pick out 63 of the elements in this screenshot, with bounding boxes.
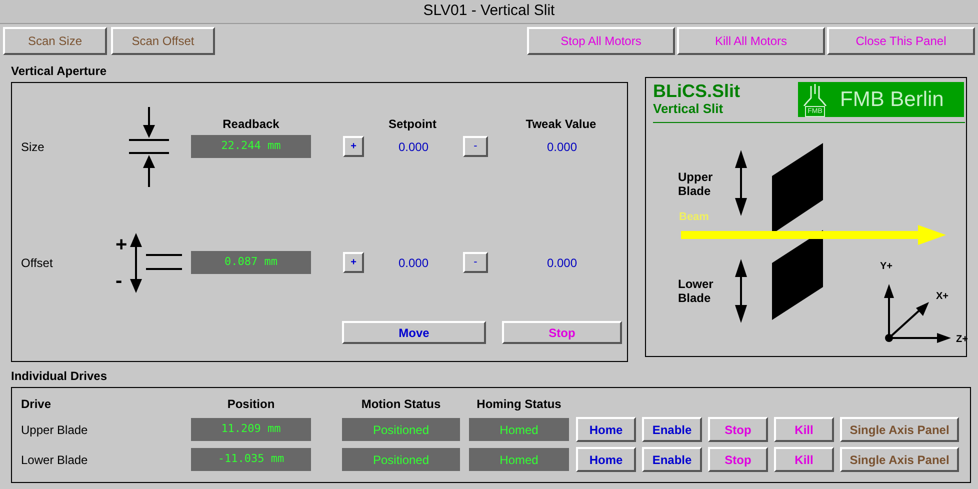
tweak-value: 0.000 bbox=[546, 254, 578, 272]
move-button[interactable]: Move bbox=[342, 321, 486, 344]
drive-button[interactable]: Home bbox=[576, 417, 636, 442]
window-title: SLV01 - Vertical Slit bbox=[0, 0, 978, 24]
upper-arrow-icon bbox=[735, 150, 747, 216]
motion-status: Positioned bbox=[342, 448, 460, 471]
toolbar-button[interactable]: Kill All Motors bbox=[677, 27, 825, 55]
row-label: Offset bbox=[21, 254, 54, 272]
column-header: Motion Status bbox=[360, 396, 442, 413]
toolbar-button[interactable]: Scan Offset bbox=[111, 27, 215, 55]
column-header: Tweak Value bbox=[524, 116, 598, 131]
row-label: Size bbox=[21, 138, 46, 156]
offset-arrows-icon bbox=[130, 232, 182, 292]
beam-label: Beam bbox=[679, 212, 709, 223]
section-title: Vertical Aperture bbox=[11, 64, 108, 79]
drive-name: Lower Blade bbox=[21, 452, 89, 468]
position-display: -11.035 mm bbox=[191, 448, 311, 471]
stop-button[interactable]: Stop bbox=[502, 321, 622, 344]
drive-button[interactable]: Stop bbox=[708, 417, 768, 442]
column-header: Homing Status bbox=[476, 396, 562, 413]
tower-logo-icon bbox=[803, 84, 827, 106]
logo-text: FMB Berlin bbox=[840, 89, 944, 110]
motion-status: Positioned bbox=[342, 418, 460, 441]
axis-label: X+ bbox=[936, 292, 949, 302]
readback-display: 0.087 mm bbox=[191, 251, 311, 274]
drive-button[interactable]: Single Axis Panel bbox=[840, 447, 959, 472]
column-header: Drive bbox=[21, 396, 52, 413]
readback-display: 22.244 mm bbox=[191, 135, 311, 158]
axes-drawing bbox=[884, 284, 951, 343]
drive-button[interactable]: Kill bbox=[774, 417, 834, 442]
brand-subtitle: Vertical Slit bbox=[653, 102, 724, 115]
lower-arrow-icon bbox=[735, 259, 747, 323]
column-header: Setpoint bbox=[388, 116, 438, 131]
drive-button[interactable]: Enable bbox=[642, 447, 702, 472]
minus-sign: - bbox=[116, 270, 124, 290]
decrement-button[interactable]: - bbox=[463, 136, 488, 157]
axis-label: Y+ bbox=[880, 262, 893, 272]
setpoint-value: 0.000 bbox=[397, 138, 430, 156]
drive-button[interactable]: Single Axis Panel bbox=[840, 417, 959, 442]
position-display: 11.209 mm bbox=[191, 418, 311, 441]
plus-sign: + bbox=[116, 234, 128, 254]
increment-button[interactable]: + bbox=[343, 252, 364, 273]
gap-size-icon bbox=[126, 106, 170, 186]
homing-status: Homed bbox=[469, 448, 569, 471]
increment-button[interactable]: + bbox=[343, 136, 364, 157]
column-header: Position bbox=[226, 396, 276, 413]
decrement-button[interactable]: - bbox=[463, 252, 488, 273]
drive-button[interactable]: Enable bbox=[642, 417, 702, 442]
upper-blade-label: Upper Blade bbox=[678, 170, 714, 198]
column-header: Readback bbox=[222, 116, 280, 131]
drive-button[interactable]: Home bbox=[576, 447, 636, 472]
section-title: Individual Drives bbox=[11, 369, 108, 384]
tweak-value: 0.000 bbox=[546, 138, 578, 156]
lower-blade-label: Lower Blade bbox=[678, 277, 714, 305]
toolbar-button[interactable]: Scan Size bbox=[3, 27, 107, 55]
drive-button[interactable]: Kill bbox=[774, 447, 834, 472]
brand-title: BLiCS.Slit bbox=[653, 82, 740, 100]
setpoint-value: 0.000 bbox=[397, 254, 430, 272]
toolbar-button[interactable]: Stop All Motors bbox=[527, 27, 675, 55]
homing-status: Homed bbox=[469, 418, 569, 441]
drive-button[interactable]: Stop bbox=[708, 447, 768, 472]
toolbar-button[interactable]: Close This Panel bbox=[827, 27, 975, 55]
drive-name: Upper Blade bbox=[21, 422, 89, 438]
